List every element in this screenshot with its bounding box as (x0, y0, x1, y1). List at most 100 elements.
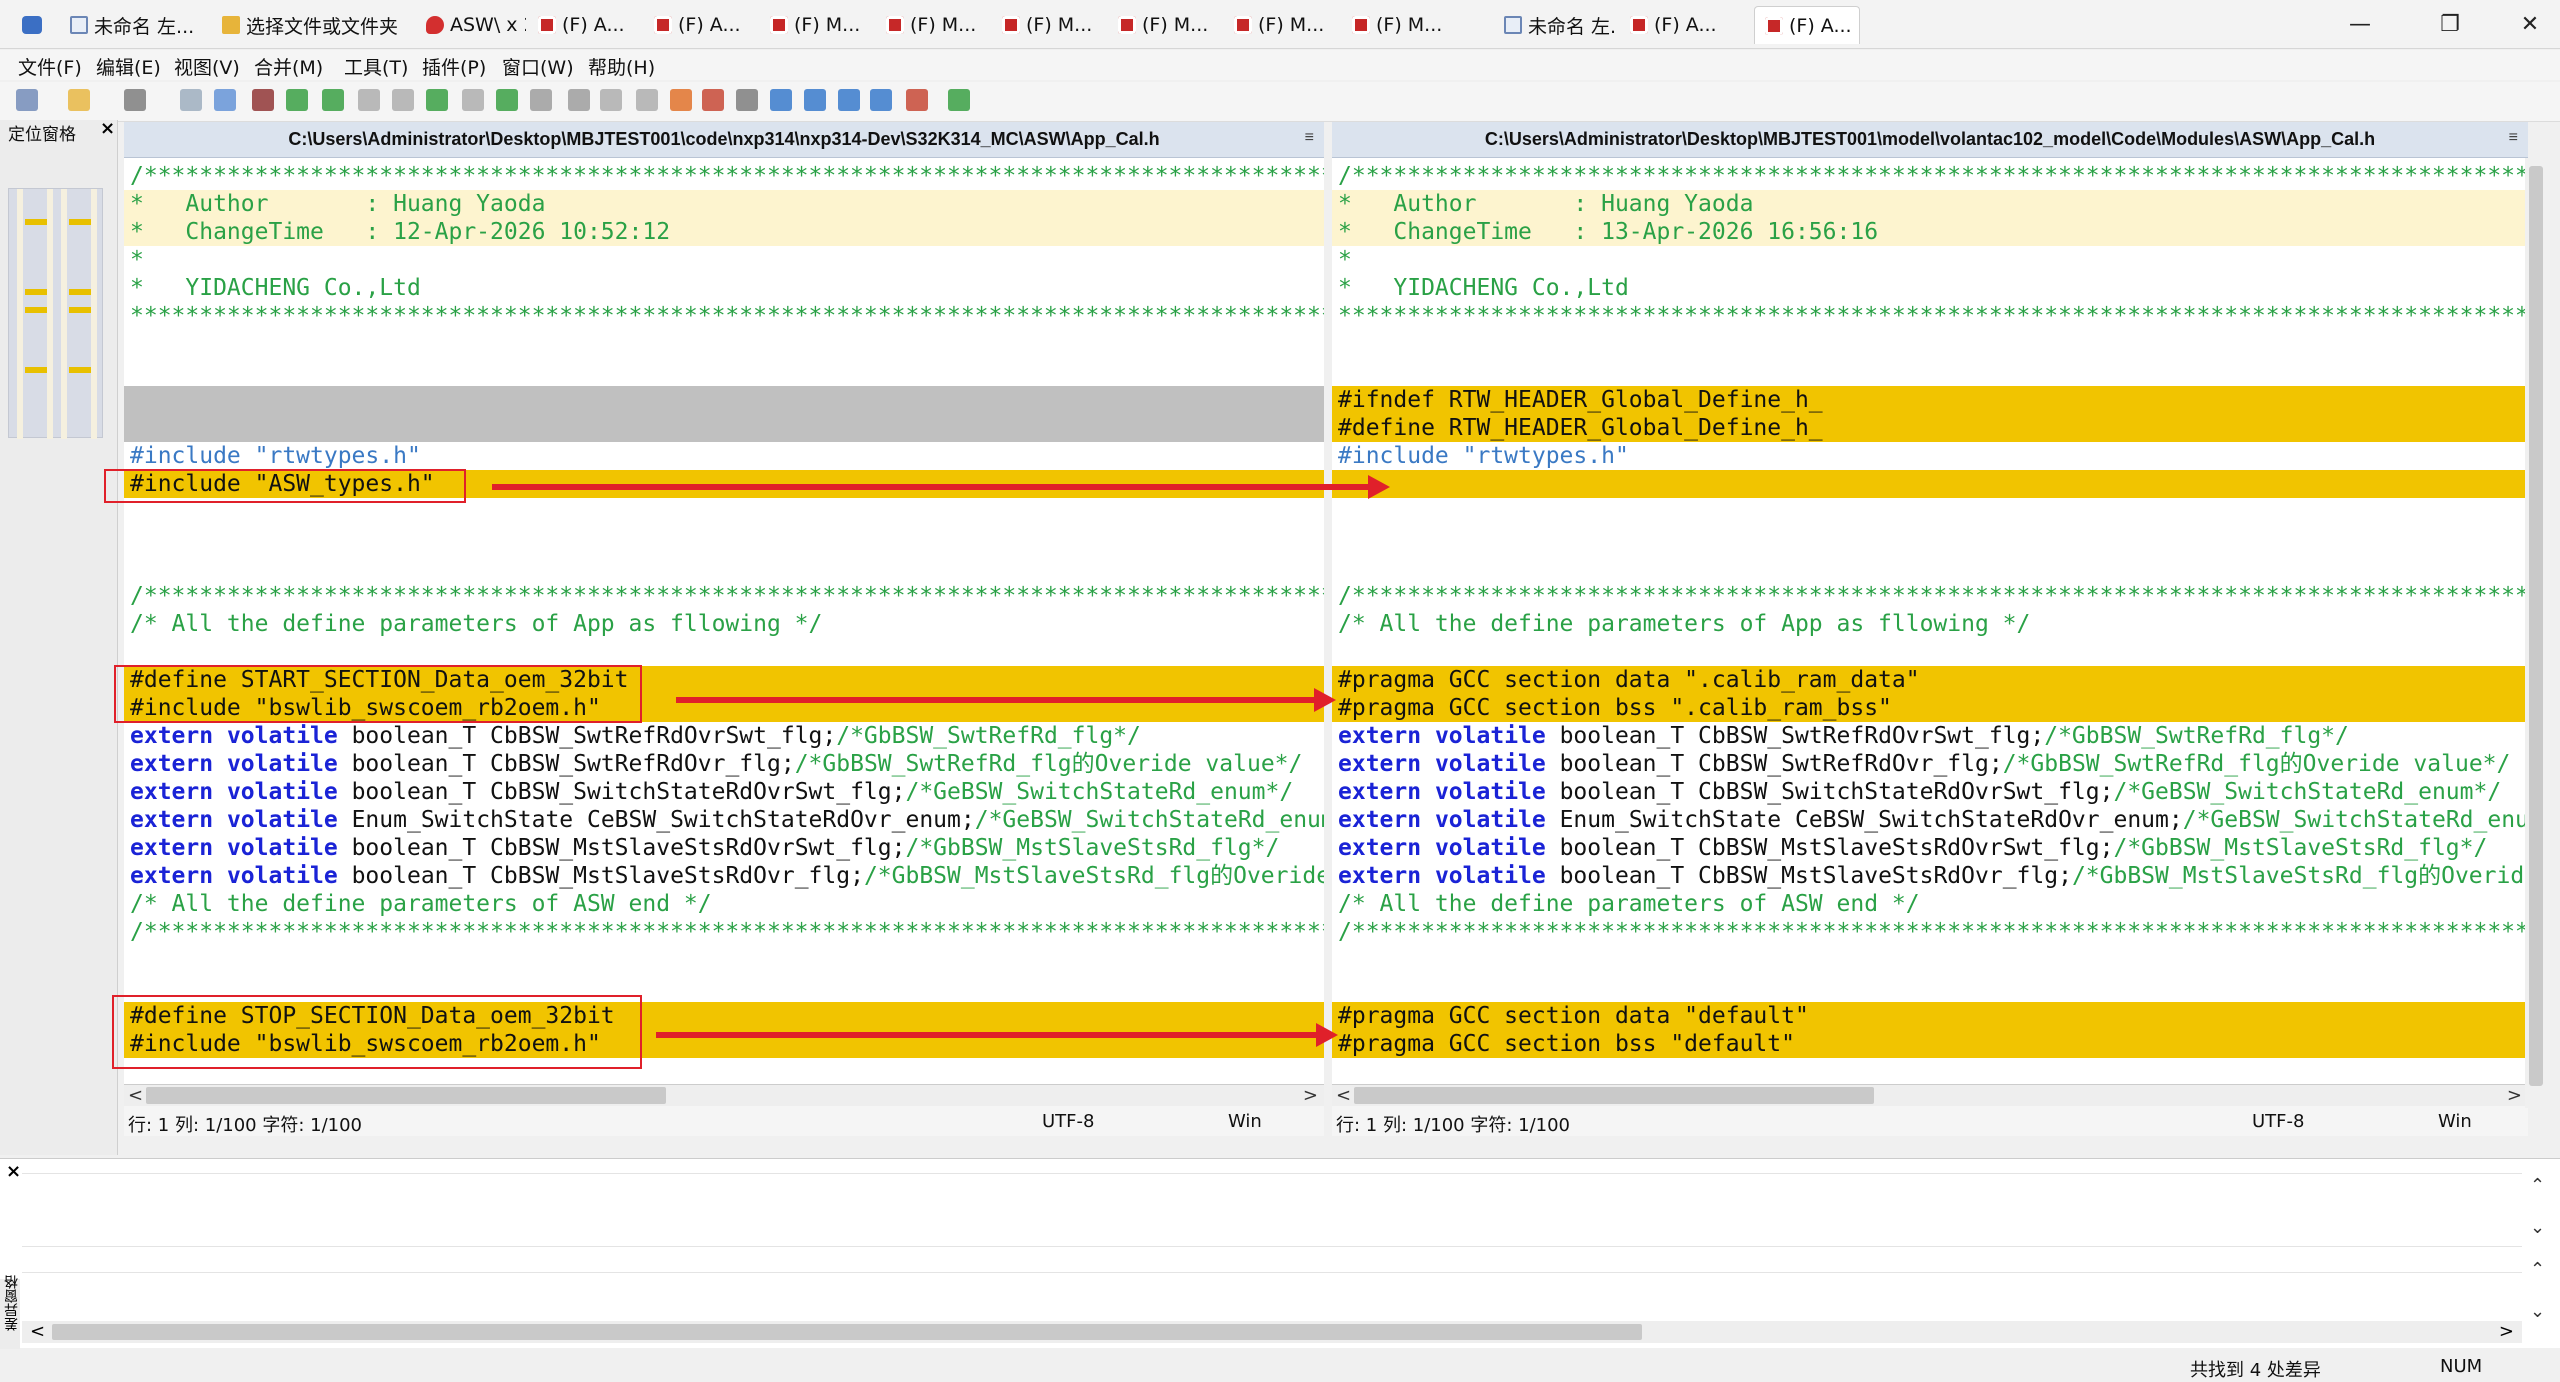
code-line[interactable]: * ChangeTime : 13-Apr-2026 16:56:16 (1332, 218, 2528, 246)
tab[interactable]: (F) M... (886, 6, 986, 44)
code-line[interactable]: * YIDACHENG Co.,Ltd (1332, 274, 2528, 302)
code-line[interactable]: /***************************************… (124, 582, 1324, 610)
tab[interactable]: (F) A... (654, 6, 754, 44)
code-line[interactable]: /* All the define parameters of App as f… (1332, 610, 2528, 638)
code-line[interactable]: ​ (1332, 330, 2528, 358)
code-line[interactable]: #define RTW_HEADER_Global_Define_h_ (1332, 414, 2528, 442)
code-line[interactable]: * ChangeTime : 12-Apr-2026 10:52:12 (124, 218, 1324, 246)
code-line[interactable]: * (124, 246, 1324, 274)
redo-icon[interactable] (214, 89, 236, 111)
code-line[interactable]: * (1332, 246, 2528, 274)
code-line[interactable]: ​ (124, 526, 1324, 554)
code-line[interactable]: extern volatile boolean_T CbBSW_MstSlave… (124, 862, 1324, 890)
code-line[interactable]: extern volatile Enum_SwitchState CeBSW_S… (124, 806, 1324, 834)
code-line[interactable]: ​ (1332, 526, 2528, 554)
menu-item[interactable]: 编辑(E) (96, 53, 161, 80)
tab[interactable]: 未命名 左... (70, 6, 210, 44)
code-line[interactable]: extern volatile boolean_T CbBSW_SwitchSt… (1332, 778, 2528, 806)
tab[interactable]: ASW\ x 2 (426, 6, 526, 44)
location-map[interactable] (8, 188, 103, 439)
code-line[interactable]: ​ (1332, 358, 2528, 386)
code-line[interactable]: /***************************************… (1332, 582, 2528, 610)
swap-icon[interactable] (670, 89, 692, 111)
skip-icon[interactable] (600, 89, 622, 111)
close-icon[interactable]: × (100, 118, 115, 139)
right-code-view[interactable]: /***************************************… (1332, 162, 2528, 1222)
code-line[interactable]: #pragma GCC section data ".calib_ram_dat… (1332, 666, 2528, 694)
next-diff-icon[interactable] (426, 89, 448, 111)
code-line[interactable]: ****************************************… (1332, 302, 2528, 330)
code-line[interactable]: extern volatile boolean_T CbBSW_MstSlave… (1332, 834, 2528, 862)
code-line[interactable]: ​ (1332, 946, 2528, 974)
options-icon[interactable] (906, 89, 928, 111)
print-icon[interactable] (252, 89, 274, 111)
arrow-right-icon[interactable] (530, 89, 552, 111)
code-line[interactable]: #ifndef RTW_HEADER_Global_Define_h_ (1332, 386, 2528, 414)
code-line[interactable]: ​ (124, 386, 1324, 414)
menu-item[interactable]: 合并(M) (254, 53, 323, 80)
code-line[interactable]: ​ (124, 638, 1324, 666)
menu-item[interactable]: 窗口(W) (502, 53, 574, 80)
code-line[interactable]: * Author : Huang Yaoda (124, 190, 1324, 218)
next-icon[interactable] (838, 89, 860, 111)
code-line[interactable]: extern volatile boolean_T CbBSW_SwitchSt… (124, 778, 1324, 806)
diff-pane[interactable]: × 差异窗格 < > ⌃ ⌄ ⌃ ⌄ (0, 1158, 2560, 1349)
save-icon[interactable] (124, 89, 146, 111)
tab[interactable]: (F) M... (1002, 6, 1102, 44)
left-scroll-thumb[interactable] (146, 1087, 666, 1104)
minimize-button[interactable]: — (2330, 8, 2390, 40)
copy-left-icon[interactable] (286, 89, 308, 111)
menu-item[interactable]: 文件(F) (18, 53, 82, 80)
code-line[interactable]: * Author : Huang Yaoda (1332, 190, 2528, 218)
close-icon[interactable]: × (6, 1161, 21, 1182)
code-line[interactable]: extern volatile Enum_SwitchState CeBSW_S… (1332, 806, 2528, 834)
skip-all-icon[interactable] (636, 89, 658, 111)
sync-icon[interactable] (496, 89, 518, 111)
code-line[interactable]: #include "rtwtypes.h" (124, 442, 1324, 470)
new-icon[interactable] (16, 89, 38, 111)
tab[interactable]: (F) M... (770, 6, 870, 44)
vertical-scrollbar[interactable] (2525, 158, 2547, 1108)
right-horizontal-scrollbar[interactable]: < > (1332, 1084, 2528, 1106)
code-line[interactable]: extern volatile boolean_T CbBSW_MstSlave… (124, 834, 1324, 862)
left-horizontal-scrollbar[interactable]: < > (124, 1084, 1324, 1106)
tab[interactable]: (F) M... (1234, 6, 1334, 44)
merge-all-icon[interactable] (392, 89, 414, 111)
tab[interactable]: (F) M... (1118, 6, 1218, 44)
code-line[interactable]: ​ (1332, 974, 2528, 1002)
code-line[interactable]: ​ (1332, 470, 2528, 498)
menu-item[interactable]: 帮助(H) (588, 53, 655, 80)
prev-diff-icon[interactable] (462, 89, 484, 111)
code-line[interactable]: ​ (1332, 554, 2528, 582)
code-line[interactable]: extern volatile boolean_T CbBSW_MstSlave… (1332, 862, 2528, 890)
code-line[interactable]: /***************************************… (1332, 162, 2528, 190)
code-line[interactable]: /***************************************… (124, 918, 1324, 946)
code-line[interactable]: extern volatile boolean_T CbBSW_SwtRefRd… (124, 750, 1324, 778)
code-line[interactable]: extern volatile boolean_T CbBSW_SwtRefRd… (1332, 722, 2528, 750)
code-line[interactable]: #include "rtwtypes.h" (1332, 442, 2528, 470)
refresh-icon[interactable] (948, 89, 970, 111)
last-diff-icon[interactable] (870, 89, 892, 111)
tab[interactable]: (F) M... (1352, 6, 1452, 44)
compare-icon[interactable] (736, 89, 758, 111)
tab[interactable]: 未命名 左... (1504, 6, 1614, 44)
right-compare-panel[interactable]: C:\Users\Administrator\Desktop\MBJTEST00… (1332, 122, 2528, 1136)
code-line[interactable]: #pragma GCC section bss "default" (1332, 1030, 2528, 1058)
code-line[interactable]: ​ (1332, 498, 2528, 526)
code-line[interactable]: ​ (1332, 638, 2528, 666)
tab[interactable]: 选择文件或文件夹 (222, 6, 412, 44)
code-line[interactable]: #pragma GCC section data "default" (1332, 1002, 2528, 1030)
code-line[interactable]: ​ (124, 946, 1324, 974)
menu-item[interactable]: 视图(V) (174, 53, 240, 80)
code-line[interactable]: ​ (124, 554, 1324, 582)
merge-icon[interactable] (358, 89, 380, 111)
code-line[interactable]: ****************************************… (124, 302, 1324, 330)
code-line[interactable]: ​ (124, 358, 1324, 386)
code-line[interactable]: /* All the define parameters of App as f… (124, 610, 1324, 638)
first-diff-icon[interactable] (770, 89, 792, 111)
code-line[interactable]: ​ (124, 330, 1324, 358)
menu-item[interactable]: 插件(P) (422, 53, 486, 80)
right-scroll-thumb[interactable] (1354, 1087, 1874, 1104)
menu-item[interactable]: 工具(T) (344, 53, 408, 80)
tab[interactable]: (F) A... (1754, 6, 1860, 44)
